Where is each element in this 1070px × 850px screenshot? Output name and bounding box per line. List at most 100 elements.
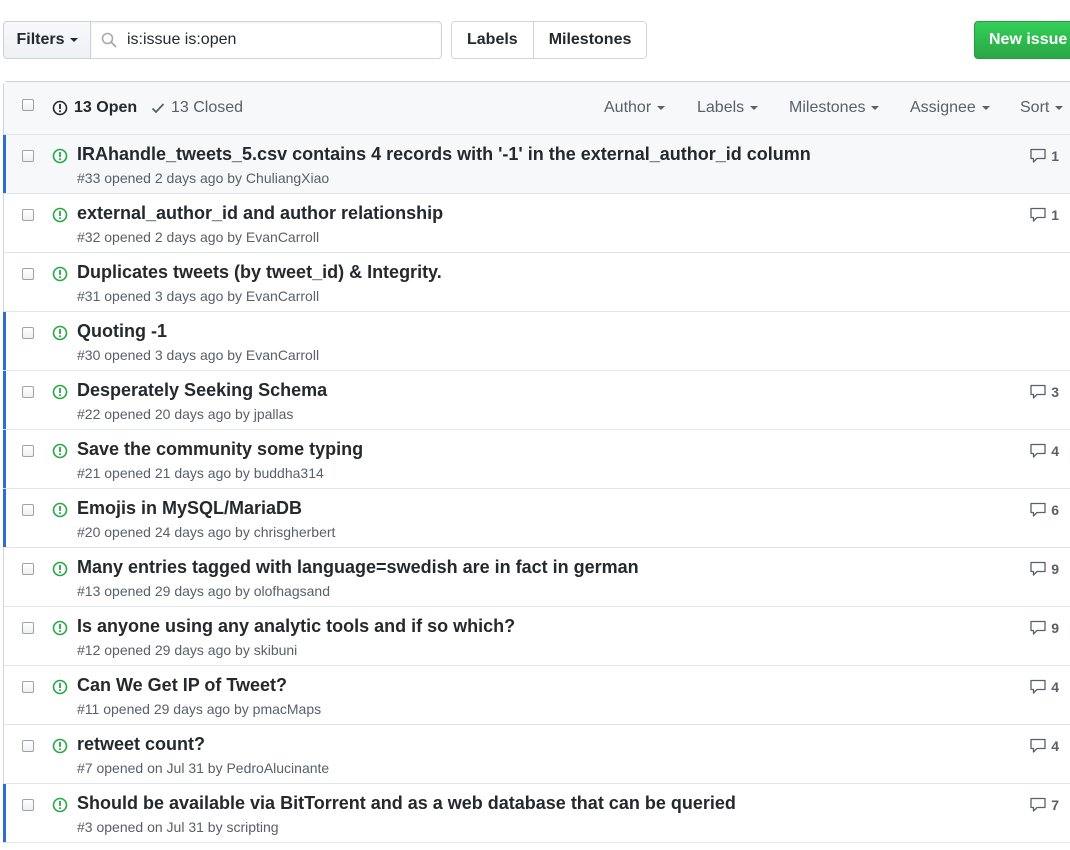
issue-title-link[interactable]: Many entries tagged with language=swedis… [77,557,639,578]
issue-meta-text[interactable]: #11 opened 29 days ago by pmacMaps [77,701,321,717]
issue-title-link[interactable]: IRAhandle_tweets_5.csv contains 4 record… [77,144,811,165]
comment-icon [1030,148,1046,163]
issue-checkbox[interactable] [22,445,34,457]
issue-meta: #31 opened 3 days ago by EvanCarroll [77,288,319,304]
issue-meta-text[interactable]: #31 opened 3 days ago by EvanCarroll [77,288,319,304]
issue-title-link[interactable]: Quoting -1 [77,321,167,342]
comment-count: 1 [1051,207,1059,223]
sort-menu[interactable]: Sort [1020,99,1064,117]
issue-row[interactable]: Should be available via BitTorrent and a… [3,784,1070,843]
comments-link[interactable]: 3 [1029,384,1059,400]
issue-checkbox[interactable] [22,799,34,811]
search-icon [101,32,117,48]
issue-checkbox[interactable] [22,504,34,516]
assignee-filter-menu[interactable]: Assignee [910,99,990,117]
issue-checkbox[interactable] [22,327,34,339]
issue-meta: #3 opened on Jul 31 by scripting [77,819,279,835]
comments-link[interactable]: 7 [1029,797,1059,813]
issue-row[interactable]: Save the community some typing #21 opened… [3,430,1070,489]
issue-meta-text[interactable]: #3 opened on Jul 31 by scripting [77,819,279,835]
issue-meta-text[interactable]: #13 opened 29 days ago by olofhagsand [77,583,330,599]
milestones-menu-label: Milestones [789,99,866,116]
labels-button[interactable]: Labels [452,22,533,58]
issue-title-link[interactable]: Emojis in MySQL/MariaDB [77,498,302,519]
caret-down-icon [981,106,990,110]
issue-opened-icon [52,100,68,116]
labels-filter-menu[interactable]: Labels [697,99,759,117]
comment-icon [1030,207,1046,222]
issue-opened-icon [52,443,68,459]
closed-issues-tab[interactable]: 13 Closed [151,99,243,117]
filters-button[interactable]: Filters [3,21,91,59]
issue-meta: #22 opened 20 days ago by jpallas [77,406,293,422]
issue-checkbox[interactable] [22,563,34,575]
issue-row[interactable]: Duplicates tweets (by tweet_id) & Integr… [4,253,1070,312]
comments-link[interactable]: 6 [1029,502,1059,518]
issue-meta-text[interactable]: #33 opened 2 days ago by ChuliangXiao [77,170,329,186]
comment-count: 4 [1051,443,1059,459]
milestones-filter-menu[interactable]: Milestones [789,99,880,117]
filters-search-group: Filters [3,21,442,59]
select-all-checkbox[interactable] [22,99,34,111]
comments-link[interactable]: 1 [1029,207,1059,223]
issue-meta: #12 opened 29 days ago by skibuni [77,642,297,658]
issue-row[interactable]: IRAhandle_tweets_5.csv contains 4 record… [3,135,1070,194]
issue-title-link[interactable]: Duplicates tweets (by tweet_id) & Integr… [77,262,442,283]
comments-link[interactable]: 4 [1029,679,1059,695]
new-issue-button[interactable]: New issue [974,21,1070,59]
author-filter-menu[interactable]: Author [604,99,666,117]
issue-checkbox[interactable] [22,622,34,634]
issue-meta-text[interactable]: #32 opened 2 days ago by EvanCarroll [77,229,319,245]
issue-meta-text[interactable]: #22 opened 20 days ago by jpallas [77,406,293,422]
issue-opened-icon [52,207,68,223]
issues-list-box: 13 Open 13 Closed Author Labels Mileston… [3,81,1070,843]
check-icon [151,103,165,114]
issue-title-link[interactable]: Can We Get IP of Tweet? [77,675,287,696]
issue-title-link[interactable]: Save the community some typing [77,439,363,460]
issue-meta-text[interactable]: #30 opened 3 days ago by EvanCarroll [77,347,319,363]
issue-meta: #11 opened 29 days ago by pmacMaps [77,701,321,717]
sort-menu-label: Sort [1020,99,1050,116]
issue-checkbox[interactable] [22,150,34,162]
issue-checkbox[interactable] [22,268,34,280]
issue-meta: #33 opened 2 days ago by ChuliangXiao [77,170,329,186]
comments-link[interactable]: 4 [1029,443,1059,459]
comments-link[interactable]: 9 [1029,561,1059,577]
comment-icon [1030,443,1046,458]
open-issues-tab[interactable]: 13 Open [52,99,137,117]
issue-checkbox[interactable] [22,681,34,693]
comment-count: 6 [1051,502,1059,518]
issue-meta-text[interactable]: #7 opened on Jul 31 by PedroAlucinante [77,760,329,776]
comment-count: 9 [1051,620,1059,636]
comments-link[interactable]: 9 [1029,620,1059,636]
issue-meta-text[interactable]: #20 opened 24 days ago by chrisgherbert [77,524,335,540]
issue-row[interactable]: Desperately Seeking Schema #22 opened 20 … [3,371,1070,430]
issue-title-link[interactable]: Desperately Seeking Schema [77,380,327,401]
issue-opened-icon [52,266,68,282]
issue-meta-text[interactable]: #12 opened 29 days ago by skibuni [77,642,297,658]
issue-title-link[interactable]: Should be available via BitTorrent and a… [77,793,736,814]
issue-checkbox[interactable] [22,209,34,221]
issue-meta-text[interactable]: #21 opened 21 days ago by buddha314 [77,465,324,481]
issue-title-link[interactable]: Is anyone using any analytic tools and i… [77,616,515,637]
search-field[interactable] [91,21,442,59]
issue-checkbox[interactable] [22,386,34,398]
issue-row[interactable]: Is anyone using any analytic tools and i… [4,607,1070,666]
issue-row[interactable]: Can We Get IP of Tweet? #11 opened 29 day… [4,666,1070,725]
issue-row[interactable]: Quoting -1 #30 opened 3 days ago by EvanC… [3,312,1070,371]
comment-icon [1030,384,1046,399]
milestones-button[interactable]: Milestones [532,22,647,58]
issue-checkbox[interactable] [22,740,34,752]
comment-count: 4 [1051,679,1059,695]
issue-row[interactable]: external_author_id and author relationsh… [4,194,1070,253]
comments-link[interactable]: 4 [1029,738,1059,754]
comment-count: 1 [1051,148,1059,164]
issue-row[interactable]: Many entries tagged with language=swedis… [4,548,1070,607]
issue-row[interactable]: retweet count? #7 opened on Jul 31 by Ped… [4,725,1070,784]
comments-link[interactable]: 1 [1029,148,1059,164]
assignee-menu-label: Assignee [910,99,976,116]
issue-row[interactable]: Emojis in MySQL/MariaDB #20 opened 24 day… [3,489,1070,548]
issue-title-link[interactable]: external_author_id and author relationsh… [77,203,443,224]
issue-title-link[interactable]: retweet count? [77,734,205,755]
search-input[interactable] [127,31,427,49]
